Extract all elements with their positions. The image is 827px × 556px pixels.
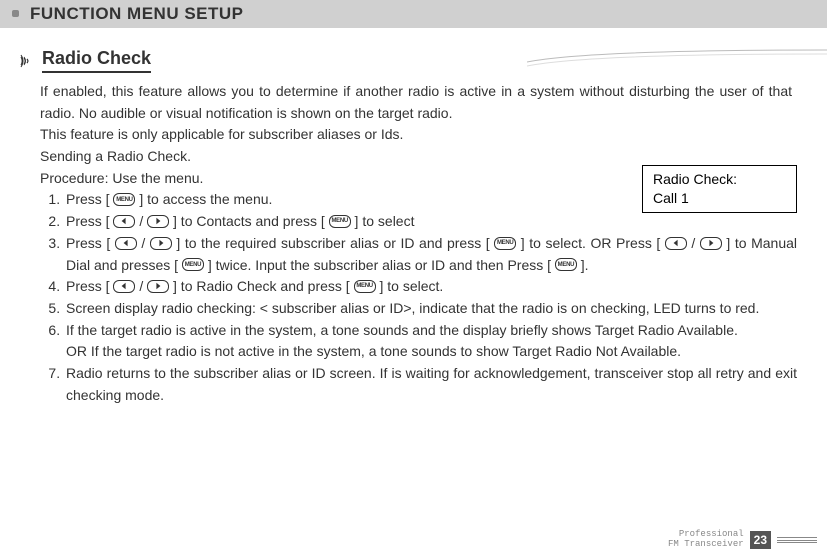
left-arrow-icon <box>113 215 135 228</box>
right-arrow-icon <box>700 237 722 250</box>
text: / <box>137 235 150 251</box>
text: Press [ <box>66 235 115 251</box>
menu-button-icon: MENU <box>113 193 135 206</box>
menu-button-icon: MENU <box>354 280 376 293</box>
text: If the target radio is active in the sys… <box>66 322 738 338</box>
footer-text: Professional FM Transceiver <box>668 530 744 550</box>
step-3: Press [ / ] to the required subscriber a… <box>64 233 797 276</box>
right-arrow-icon <box>150 237 172 250</box>
menu-button-icon: MENU <box>329 215 351 228</box>
page-number: 23 <box>750 531 771 549</box>
text: Press [ <box>66 278 113 294</box>
text: Press [ <box>66 191 113 207</box>
callout-line-2: Call 1 <box>653 189 786 208</box>
text: ] to Contacts and press [ <box>169 213 329 229</box>
text: ] to Radio Check and press [ <box>169 278 353 294</box>
right-arrow-icon <box>147 215 169 228</box>
text: ] to the required subscriber alias or ID… <box>172 235 494 251</box>
text: / <box>135 278 147 294</box>
step-7: Radio returns to the subscriber alias or… <box>64 363 797 406</box>
left-arrow-icon <box>113 280 135 293</box>
section-subtitle: Radio Check <box>42 48 151 73</box>
left-arrow-icon <box>665 237 687 250</box>
menu-button-icon: MENU <box>555 258 577 271</box>
text: / <box>135 213 147 229</box>
procedure-list: Press [ MENU ] to access the menu. Press… <box>40 189 797 406</box>
right-arrow-icon <box>147 280 169 293</box>
step-6: If the target radio is active in the sys… <box>64 320 797 363</box>
decorative-curve <box>527 48 827 68</box>
text: ] twice. Input the subscriber alias or I… <box>204 257 555 273</box>
step-5: Screen display radio checking: < subscri… <box>64 298 797 320</box>
intro-para-2: This feature is only applicable for subs… <box>40 124 792 146</box>
intro-para-1: If enabled, this feature allows you to d… <box>40 81 792 124</box>
radio-wave-icon <box>20 53 36 69</box>
text: ] to select <box>351 213 415 229</box>
text: ] to access the menu. <box>135 191 272 207</box>
menu-button-icon: MENU <box>182 258 204 271</box>
left-arrow-icon <box>115 237 137 250</box>
step-4: Press [ / ] to Radio Check and press [ M… <box>64 276 797 298</box>
callout-line-1: Radio Check: <box>653 170 786 189</box>
footer-lines-icon <box>777 537 817 543</box>
footer-line-2: FM Transceiver <box>668 540 744 550</box>
text: Press [ <box>66 213 113 229</box>
header-title: FUNCTION MENU SETUP <box>30 4 244 23</box>
header-bar: FUNCTION MENU SETUP <box>0 0 827 28</box>
text: ] to select. OR Press [ <box>516 235 665 251</box>
text: / <box>687 235 700 251</box>
footer: Professional FM Transceiver 23 <box>668 530 817 550</box>
callout-box: Radio Check: Call 1 <box>642 165 797 213</box>
text: OR If the target radio is not active in … <box>66 343 681 359</box>
text: ] to select. <box>376 278 444 294</box>
menu-button-icon: MENU <box>494 237 516 250</box>
text: ]. <box>577 257 589 273</box>
step-2: Press [ / ] to Contacts and press [ MENU… <box>64 211 797 233</box>
